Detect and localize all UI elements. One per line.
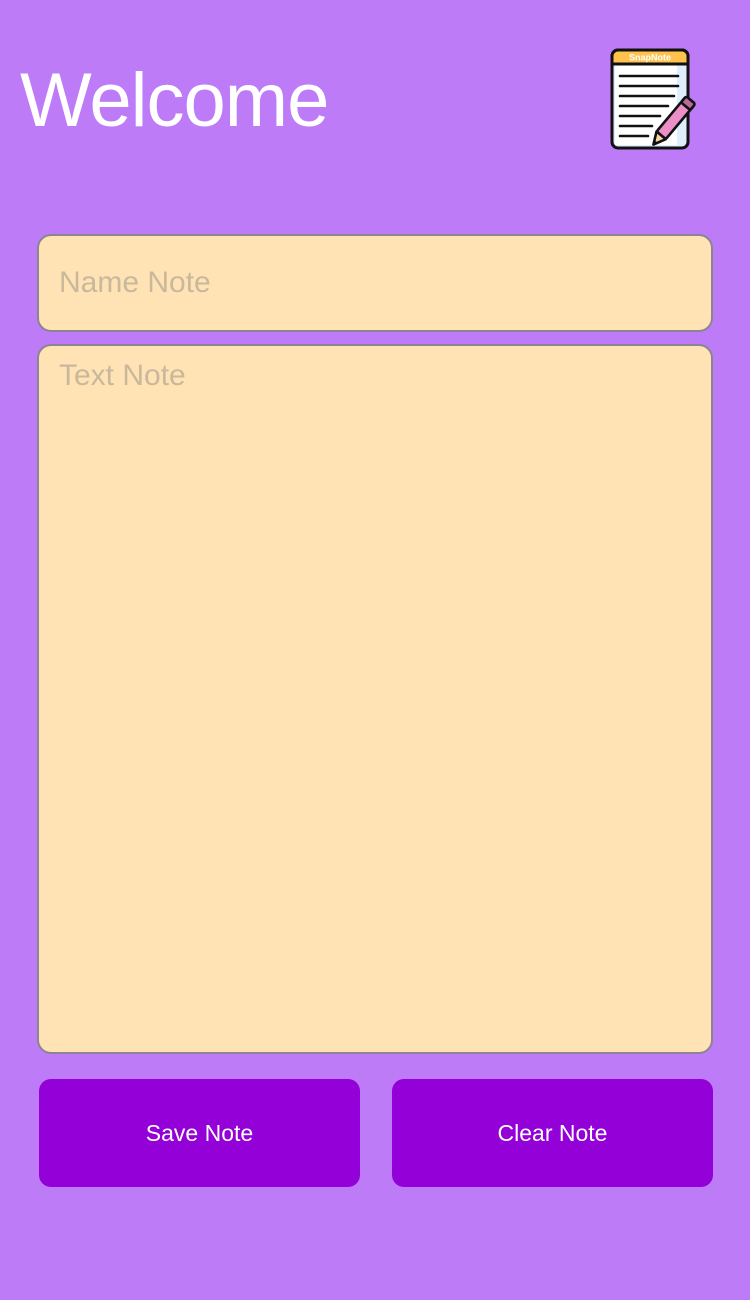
page-title: Welcome xyxy=(20,58,329,143)
clear-note-button[interactable]: Clear Note xyxy=(392,1079,713,1187)
text-note-textarea[interactable] xyxy=(37,344,713,1054)
logo-lettering: SnapNote xyxy=(629,53,671,63)
name-note-input[interactable] xyxy=(37,234,713,332)
save-note-button[interactable]: Save Note xyxy=(39,1079,360,1187)
snapnote-logo-icon: SnapNote xyxy=(610,48,696,150)
